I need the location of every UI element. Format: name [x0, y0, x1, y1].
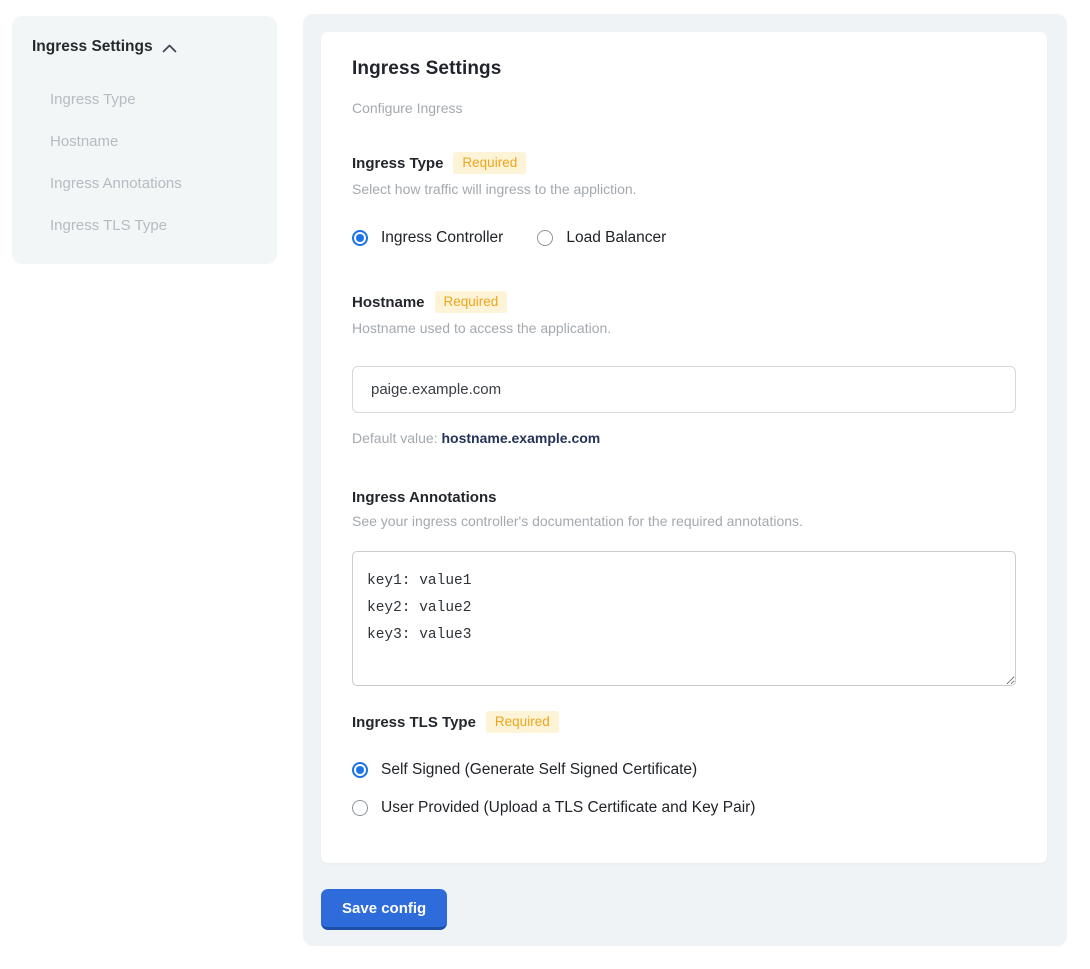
radio-unselected-icon — [352, 800, 368, 816]
radio-ingress-controller-label: Ingress Controller — [381, 229, 503, 247]
hostname-input[interactable] — [352, 366, 1016, 413]
ingress-type-label: Ingress Type — [352, 155, 443, 172]
ingress-annotations-label: Ingress Annotations — [352, 489, 496, 506]
sidebar-item-ingress-annotations[interactable]: Ingress Annotations — [50, 162, 257, 204]
ingress-type-radio-group: Ingress Controller Load Balancer — [352, 229, 1016, 247]
field-ingress-annotations: Ingress Annotations See your ingress con… — [352, 489, 1016, 691]
sidebar: Ingress Settings Ingress Type Hostname I… — [12, 16, 277, 264]
page-title: Ingress Settings — [352, 58, 1016, 80]
sidebar-item-ingress-type[interactable]: Ingress Type — [50, 78, 257, 120]
sidebar-nav: Ingress Type Hostname Ingress Annotation… — [50, 78, 257, 246]
radio-self-signed[interactable]: Self Signed (Generate Self Signed Certif… — [352, 761, 1016, 779]
ingress-annotations-textarea[interactable]: key1: value1 key2: value2 key3: value3 — [352, 551, 1016, 686]
chevron-up-icon — [162, 42, 177, 53]
ingress-annotations-help: See your ingress controller's documentat… — [352, 513, 1016, 529]
hostname-default-line: Default value: hostname.example.com — [352, 430, 1016, 446]
radio-user-provided-label: User Provided (Upload a TLS Certificate … — [381, 799, 755, 817]
field-ingress-tls-type: Ingress TLS Type Required Self Signed (G… — [352, 711, 1016, 817]
sidebar-item-hostname[interactable]: Hostname — [50, 120, 257, 162]
save-config-button[interactable]: Save config — [321, 889, 447, 930]
hostname-label: Hostname — [352, 294, 425, 311]
page-subtitle: Configure Ingress — [352, 100, 1016, 116]
radio-user-provided[interactable]: User Provided (Upload a TLS Certificate … — [352, 799, 1016, 817]
field-hostname: Hostname Required Hostname used to acces… — [352, 291, 1016, 446]
ingress-tls-type-label: Ingress TLS Type — [352, 714, 476, 731]
settings-card: Ingress Settings Configure Ingress Ingre… — [321, 32, 1047, 863]
sidebar-heading-label: Ingress Settings — [32, 38, 153, 56]
radio-load-balancer-label: Load Balancer — [566, 229, 666, 247]
radio-selected-icon — [352, 762, 368, 778]
sidebar-item-ingress-tls-type[interactable]: Ingress TLS Type — [50, 204, 257, 246]
hostname-help: Hostname used to access the application. — [352, 320, 1016, 336]
radio-unselected-icon — [537, 230, 553, 246]
tls-radio-group: Self Signed (Generate Self Signed Certif… — [352, 761, 1016, 817]
required-badge: Required — [435, 291, 508, 313]
default-value-text: hostname.example.com — [442, 430, 601, 446]
radio-ingress-controller[interactable]: Ingress Controller — [352, 229, 503, 247]
radio-selected-icon — [352, 230, 368, 246]
sidebar-heading[interactable]: Ingress Settings — [32, 38, 257, 56]
default-value-label: Default value: — [352, 430, 438, 446]
ingress-type-help: Select how traffic will ingress to the a… — [352, 181, 1016, 197]
field-ingress-type: Ingress Type Required Select how traffic… — [352, 152, 1016, 247]
radio-self-signed-label: Self Signed (Generate Self Signed Certif… — [381, 761, 697, 779]
required-badge: Required — [486, 711, 559, 733]
required-badge: Required — [453, 152, 526, 174]
settings-panel: Ingress Settings Configure Ingress Ingre… — [303, 14, 1067, 946]
radio-load-balancer[interactable]: Load Balancer — [537, 229, 666, 247]
